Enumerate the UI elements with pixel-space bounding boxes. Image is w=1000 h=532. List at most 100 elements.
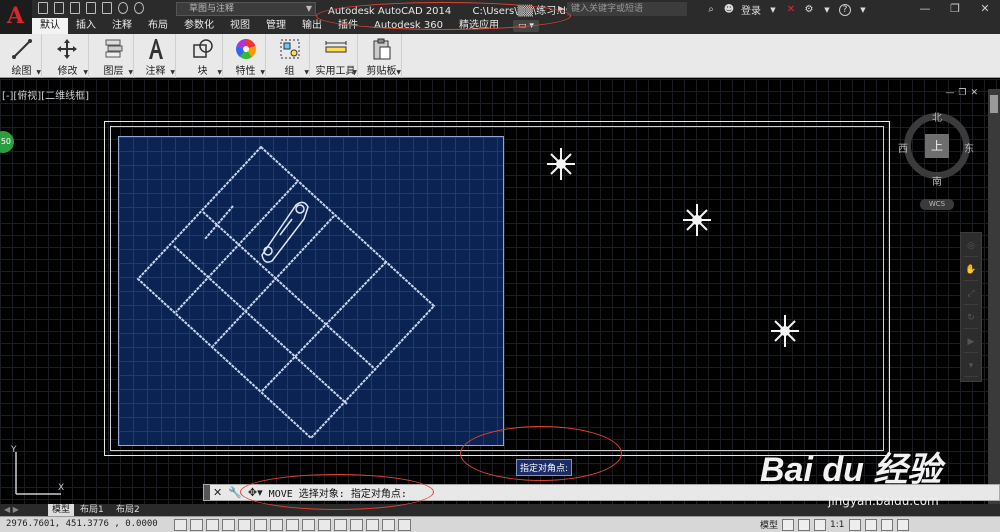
text-a-icon [149,39,163,59]
panel-clipboard-label: 剪贴板 [366,66,397,77]
annotation-monitor-icon[interactable] [398,519,411,531]
polar-tracking-icon[interactable] [238,519,251,531]
chevron-down-icon: ▼ [260,69,265,76]
panel-draw-label: 绘图 [11,66,32,77]
command-line-grip[interactable] [204,485,210,500]
panel-block-label: 块 [197,66,208,77]
help-icon[interactable]: ? [839,3,851,16]
save-as-icon[interactable] [86,2,96,14]
close-icon[interactable]: ✕ [970,0,1000,18]
save-icon[interactable] [70,2,80,14]
panel-layers[interactable]: 图层 ▼ [94,34,134,78]
compass-east[interactable]: 东 [964,140,974,155]
print-icon[interactable] [102,2,112,14]
chevron-down-icon: ▼ [217,69,222,76]
panel-annotation[interactable]: 注释 ▼ [136,34,176,78]
user-icon[interactable]: ☻ [723,4,735,16]
lineweight-icon[interactable] [334,519,347,531]
chevron-down-icon[interactable]: ▼ [821,4,833,16]
navigation-bar: ◎ ✋ ⤢ ↻ ▶ ▾ [960,232,982,382]
new-file-icon[interactable] [38,2,48,14]
restore-icon[interactable]: ❐ [940,0,970,18]
snowflake-icon [547,148,799,347]
wcs-menu[interactable]: WCS [920,199,954,210]
panel-modify-label: 修改 [57,66,78,77]
ortho-mode-icon[interactable] [222,519,235,531]
tab-insert[interactable]: 插入 [68,18,104,34]
chevron-down-icon: ▼ [36,69,41,76]
exchange-apps-icon[interactable]: ✕ [785,4,797,16]
svg-text:X: X [58,483,64,493]
panel-layers-label: 图层 [103,66,124,77]
workspace-select[interactable]: 草图与注释 ▼ [176,2,316,16]
showmotion-icon[interactable]: ▶ [964,337,978,353]
compass-north[interactable]: 北 [932,109,942,124]
panel-properties[interactable]: 特性 ▼ [226,34,266,78]
tab-layout2[interactable]: 布局2 [112,504,144,516]
selection-cycling-icon[interactable] [382,519,395,531]
autocad-window: 草图与注释 ▼ Autodesk AutoCAD 2014 C:\Users\▒… [0,0,1000,532]
object-snap-icon[interactable] [254,519,267,531]
chevron-down-icon[interactable]: ▼ [767,4,779,16]
quick-access-toolbar [38,2,144,16]
viewcube[interactable]: 上 北 南 东 西 WCS [898,109,976,211]
annotation-ellipse-title [316,2,571,30]
redo-icon[interactable] [134,2,144,14]
layers-icon [105,39,123,58]
titlebar-tools: ⌕ ☻ 登录 ▼ ✕ ⚙ ▼ ? ▼ [705,2,869,17]
orbit-icon[interactable]: ↻ [964,313,978,329]
quick-properties-icon[interactable] [366,519,379,531]
tab-manage[interactable]: 管理 [258,18,294,34]
zoom-extents-icon[interactable]: ⤢ [964,289,978,305]
dynamic-ucs-icon[interactable] [302,519,315,531]
panel-block[interactable]: 块 ▼ [183,34,223,78]
panel-utilities-label: 实用工具 [315,66,356,77]
workspace-value: 草图与注释 [189,4,235,14]
steering-wheel-icon[interactable]: ◎ [964,241,978,257]
binoculars-icon[interactable]: ⌕ [705,4,717,16]
chevron-down-icon: ▼ [305,4,312,13]
viewcube-top-face[interactable]: 上 [925,134,949,158]
group-icon [280,39,300,59]
close-icon[interactable]: ✕ [213,486,222,499]
tab-layout[interactable]: 布局 [140,18,176,34]
navbar-menu-icon[interactable]: ▾ [964,361,978,377]
panel-draw[interactable]: 绘图 ▼ [2,34,42,78]
compass-west[interactable]: 西 [898,140,908,155]
minimize-icon[interactable]: — [910,0,940,18]
object-snap-tracking-icon[interactable] [286,519,299,531]
chevron-down-icon[interactable]: ▼ [857,4,869,16]
3d-osnap-icon[interactable] [270,519,283,531]
move-arrows-icon [57,39,77,59]
connect-icon[interactable]: ⚙ [803,4,815,16]
clipboard-icon [373,38,391,60]
compass-south[interactable]: 南 [932,173,942,188]
cursor-coordinates[interactable]: 2976.7601, 451.3776 , 0.0000 [6,519,158,529]
svg-text:Y: Y [10,445,17,455]
search-input[interactable]: 键入关键字或短语 [567,2,687,16]
tab-parametric[interactable]: 参数化 [176,18,222,34]
panel-utilities[interactable]: 实用工具 ▼ [314,34,358,78]
application-menu-button[interactable]: A [0,0,32,34]
annotation-ellipse-command [240,474,434,510]
tab-layout1[interactable]: 布局1 [76,504,108,516]
panel-clipboard[interactable]: 剪贴板 ▼ [362,34,402,78]
login-link[interactable]: 登录 [741,2,761,17]
grid-display-icon[interactable] [206,519,219,531]
panel-modify[interactable]: 修改 ▼ [47,34,89,78]
open-file-icon[interactable] [54,2,64,14]
tab-annotate[interactable]: 注释 [104,18,140,34]
chevron-down-icon: ▼ [352,69,357,76]
tab-model[interactable]: 模型 [48,504,75,516]
undo-icon[interactable] [118,2,128,14]
snap-mode-icon[interactable] [190,519,203,531]
tab-nav-arrows-icon[interactable]: ◀ ▶ [4,505,19,514]
tab-home[interactable]: 默认 [32,18,68,34]
panel-groups[interactable]: 组 ▼ [270,34,310,78]
infer-constraints-icon[interactable] [174,519,187,531]
dynamic-input-icon[interactable] [318,519,331,531]
transparency-icon[interactable] [350,519,363,531]
pan-icon[interactable]: ✋ [964,265,978,281]
watermark-url: jingyan.baidu.com [828,494,939,508]
tab-view[interactable]: 视图 [222,18,258,34]
